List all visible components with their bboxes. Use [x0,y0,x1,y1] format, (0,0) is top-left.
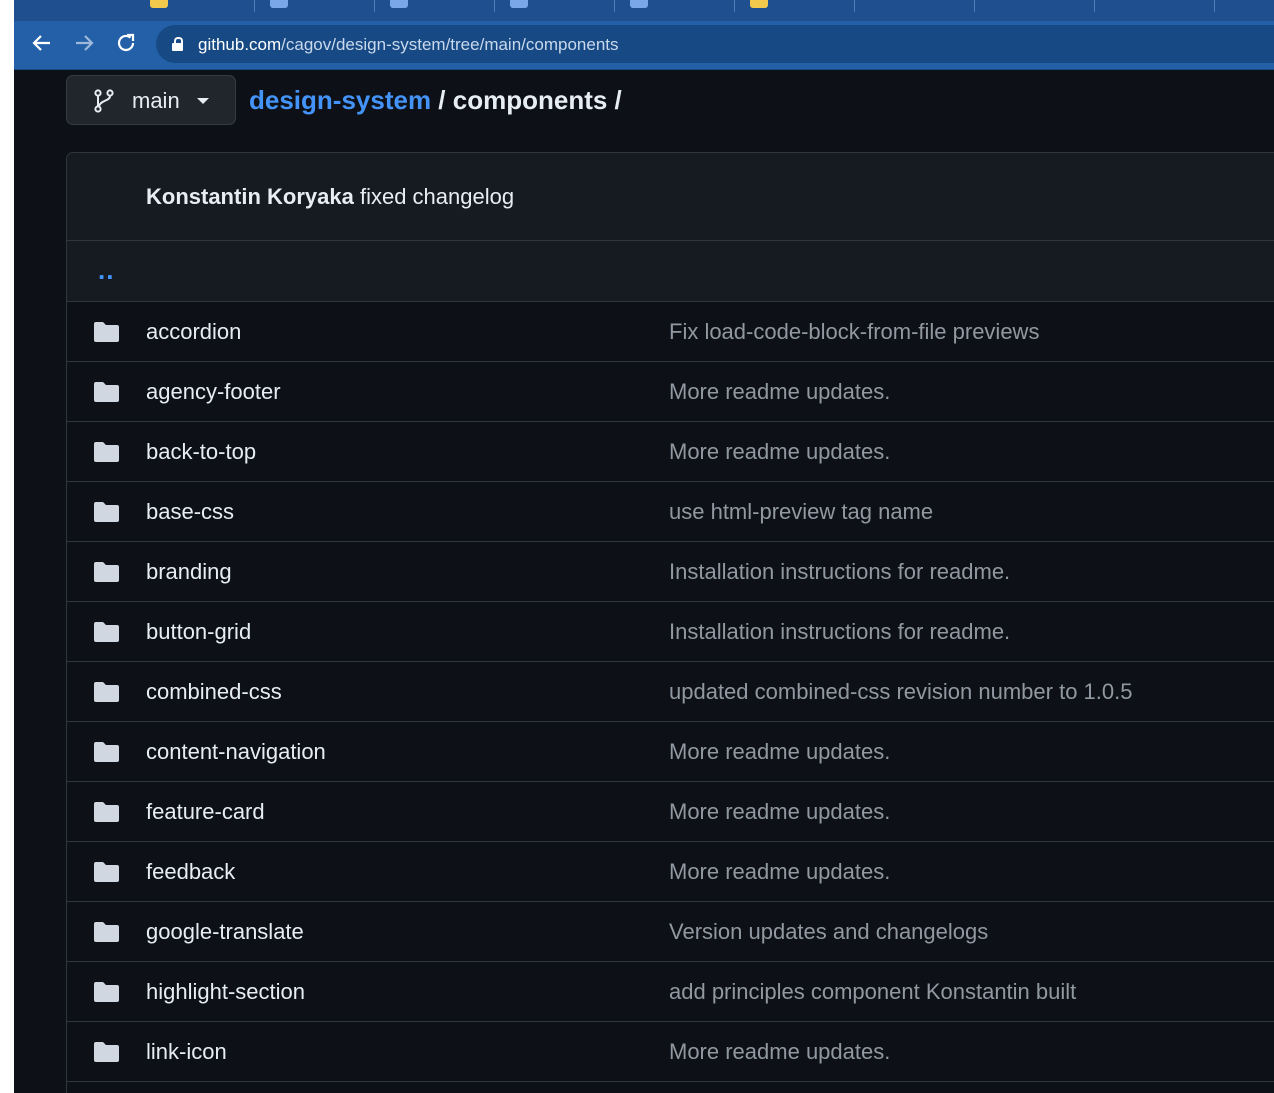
browser-tab[interactable] [974,0,1095,12]
folder-icon [94,442,119,462]
url-text[interactable]: github.com/cagov/design-system/tree/main… [198,35,619,55]
file-name-link[interactable]: feedback [146,859,235,885]
commit-message-link[interactable]: Version updates and changelogs [669,919,988,945]
reload-button[interactable] [112,29,140,57]
commit-message-link[interactable]: More readme updates. [669,439,890,465]
file-row[interactable]: back-to-top More readme updates. [67,422,1274,482]
browser-tab[interactable] [254,0,375,12]
folder-icon [94,1042,119,1062]
branch-label: main [132,88,180,113]
commit-message-link[interactable]: updated combined-css revision number to … [669,679,1132,705]
file-row[interactable]: link-icon More readme updates. [67,1022,1274,1082]
url-domain: github.com [198,35,282,54]
doc-favicon-icon [270,0,288,8]
chevron-down-icon [197,98,209,104]
folder-icon [94,382,119,402]
doc-favicon-icon [510,0,528,8]
file-name-link[interactable]: accordion [146,319,241,345]
parent-directory-link[interactable]: .. [98,255,114,286]
parent-directory-row[interactable]: .. [67,241,1274,302]
file-name-link[interactable]: combined-css [146,679,282,705]
file-name-link[interactable]: google-translate [146,919,304,945]
folder-icon [94,742,119,762]
browser-tab-strip [14,0,1274,21]
folder-icon [94,322,119,342]
file-row[interactable]: base-css use html-preview tag name [67,482,1274,542]
lock-icon [172,37,183,51]
folder-icon [94,982,119,1002]
browser-toolbar: github.com/cagov/design-system/tree/main… [14,21,1274,70]
folder-favicon-icon [150,0,168,8]
folder-icon [94,562,119,582]
file-name-link[interactable]: branding [146,559,232,585]
breadcrumb-separator: / [607,85,622,115]
browser-tab[interactable] [374,0,495,12]
address-bar[interactable]: github.com/cagov/design-system/tree/main… [156,25,1274,63]
latest-commit-text: Konstantin Koryaka fixed changelog [146,184,514,210]
file-row[interactable]: combined-css updated combined-css revisi… [67,662,1274,722]
commit-message-link[interactable]: use html-preview tag name [669,499,933,525]
commit-message-link[interactable]: fixed changelog [360,184,514,209]
breadcrumb-repo-link[interactable]: design-system [249,85,431,115]
file-name-link[interactable]: back-to-top [146,439,256,465]
file-browser: Konstantin Koryaka fixed changelog .. ac… [66,152,1274,1093]
latest-commit-header: Konstantin Koryaka fixed changelog [67,153,1274,241]
commit-author-link[interactable]: Konstantin Koryaka [146,184,354,209]
doc-favicon-icon [630,0,648,8]
file-row[interactable]: accordion Fix load-code-block-from-file … [67,302,1274,362]
file-row[interactable]: button-grid Installation instructions fo… [67,602,1274,662]
folder-favicon-icon [750,0,768,8]
reload-icon [117,33,135,52]
commit-message-link[interactable]: Fix load-code-block-from-file previews [669,319,1039,345]
browser-tab[interactable] [734,0,855,12]
arrow-left-icon [32,35,50,51]
commit-message-link[interactable]: More readme updates. [669,859,890,885]
commit-message-link[interactable]: Installation instructions for readme. [669,559,1010,585]
commit-message-link[interactable]: More readme updates. [669,1039,890,1065]
breadcrumb-current-dir: components [452,85,608,115]
file-name-link[interactable]: feature-card [146,799,265,825]
file-row[interactable]: content-navigation More readme updates. [67,722,1274,782]
folder-icon [94,502,119,522]
file-name-link[interactable]: base-css [146,499,234,525]
breadcrumb: design-system / components / [249,85,622,116]
commit-message-link[interactable]: More readme updates. [669,739,890,765]
breadcrumb-separator: / [431,85,453,115]
browser-tab[interactable] [614,0,735,12]
browser-tab[interactable] [854,0,975,12]
forward-button[interactable] [70,29,98,57]
file-row[interactable]: feedback More readme updates. [67,842,1274,902]
file-name-link[interactable]: highlight-section [146,979,305,1005]
commit-message-link[interactable]: Installation instructions for readme. [669,619,1010,645]
browser-tab[interactable] [134,0,255,12]
git-branch-icon [94,89,114,113]
file-row[interactable]: highlight-section add principles compone… [67,962,1274,1022]
branch-selector-button[interactable]: main [66,75,236,125]
browser-tab[interactable] [494,0,615,12]
folder-icon [94,622,119,642]
browser-tab[interactable] [1094,0,1215,12]
url-path: /cagov/design-system/tree/main/component… [281,35,619,54]
file-name-link[interactable]: button-grid [146,619,251,645]
arrow-right-icon [76,35,94,51]
file-name-link[interactable]: agency-footer [146,379,281,405]
folder-icon [94,862,119,882]
file-row[interactable]: agency-footer More readme updates. [67,362,1274,422]
doc-favicon-icon [390,0,408,8]
file-name-link[interactable]: content-navigation [146,739,326,765]
file-list: accordion Fix load-code-block-from-file … [67,302,1274,1082]
file-row[interactable]: google-translate Version updates and cha… [67,902,1274,962]
back-button[interactable] [28,29,56,57]
folder-icon [94,802,119,822]
file-row[interactable]: branding Installation instructions for r… [67,542,1274,602]
file-row[interactable]: feature-card More readme updates. [67,782,1274,842]
screen: github.com/cagov/design-system/tree/main… [14,0,1274,1093]
commit-message-link[interactable]: More readme updates. [669,379,890,405]
commit-message-link[interactable]: add principles component Konstantin buil… [669,979,1076,1005]
folder-icon [94,682,119,702]
file-name-link[interactable]: link-icon [146,1039,227,1065]
commit-message-link[interactable]: More readme updates. [669,799,890,825]
folder-icon [94,922,119,942]
